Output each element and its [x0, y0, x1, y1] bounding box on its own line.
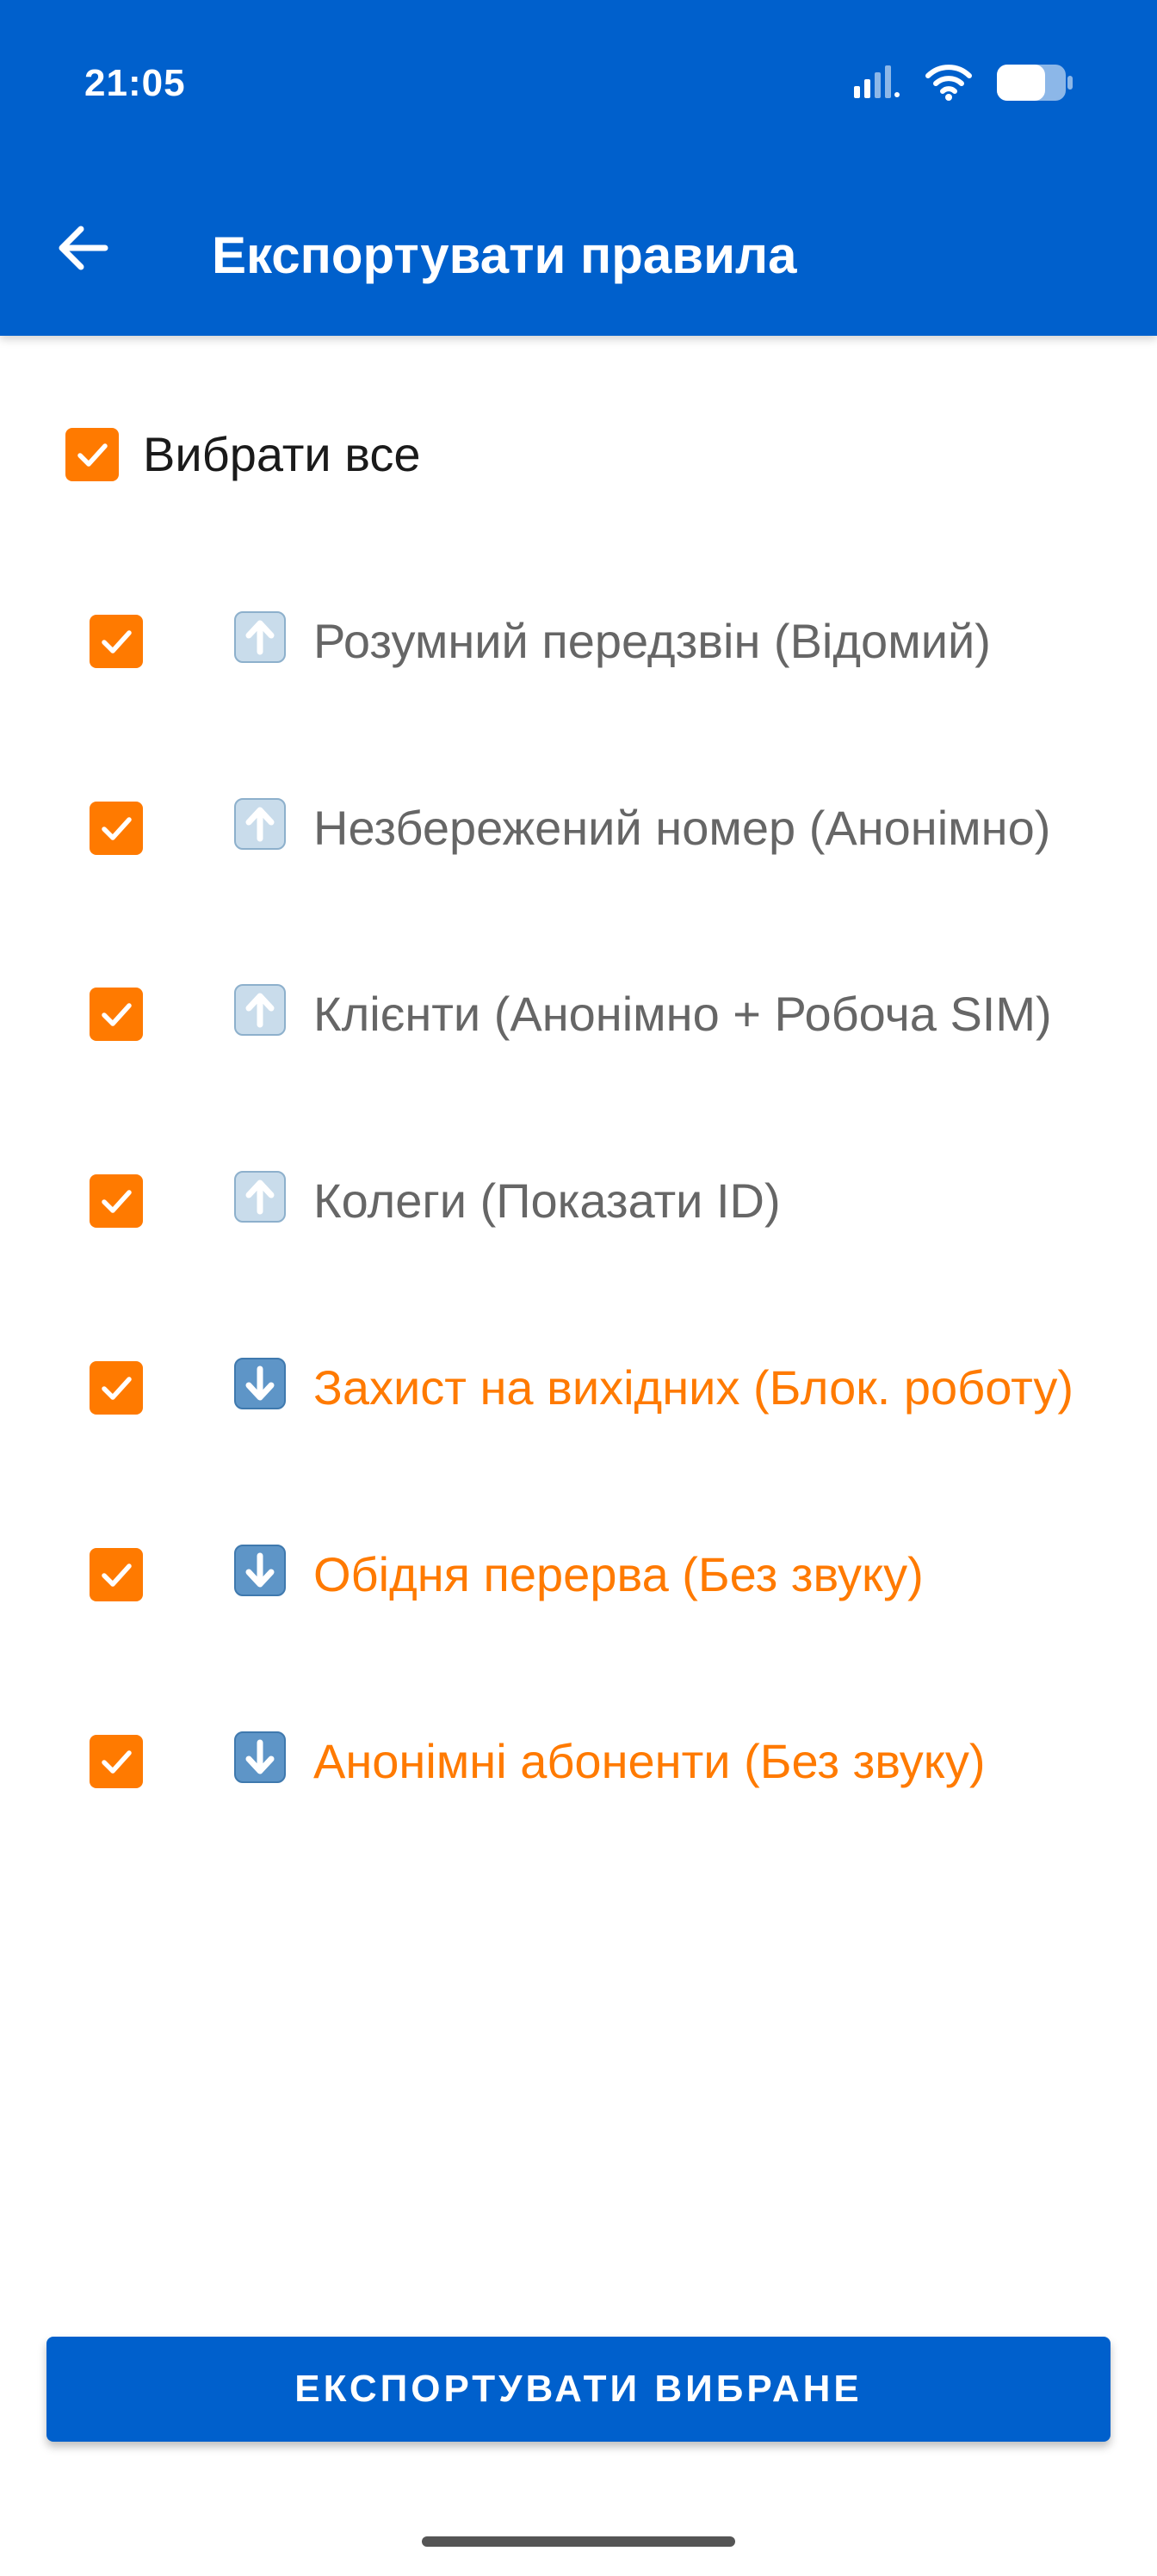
select-all-checkbox[interactable] [65, 427, 119, 481]
rule-checkbox[interactable] [90, 1548, 143, 1601]
rule-checkbox[interactable] [90, 988, 143, 1041]
rule-item[interactable]: Захист на вихідних (Блок. роботу) [90, 1336, 1123, 1440]
status-time: 21:05 [84, 62, 186, 104]
rule-label: Незбережений номер (Анонімно) [313, 801, 1051, 855]
export-selected-button[interactable]: ЕКСПОРТУВАТИ ВИБРАНЕ [46, 2337, 1111, 2442]
checkmark-icon [102, 817, 132, 840]
rule-checkbox[interactable] [90, 1361, 143, 1415]
rule-text: Клієнти (Анонімно + Робоча SIM) [234, 983, 1123, 1045]
select-all-row[interactable]: Вибрати все [65, 426, 421, 482]
rule-text: Колеги (Показати ID) [234, 1170, 1123, 1232]
arrow-up-icon [234, 984, 286, 1036]
rule-label: Клієнти (Анонімно + Робоча SIM) [313, 987, 1052, 1041]
rule-text: Захист на вихідних (Блок. роботу) [234, 1357, 1123, 1419]
rule-item[interactable]: Анонімні абоненти (Без звуку) [90, 1710, 1123, 1813]
checkmark-icon [77, 443, 108, 467]
arrow-up-icon [234, 798, 286, 850]
home-indicator [422, 2536, 735, 2547]
rule-label: Анонімні абоненти (Без звуку) [313, 1734, 986, 1788]
checkmark-icon [102, 1003, 132, 1026]
signal-icon [852, 64, 902, 106]
app-bar: 21:05 Експортувати правила [0, 0, 1157, 336]
battery-icon [995, 63, 1074, 107]
back-button[interactable] [48, 215, 117, 284]
checkmark-icon [102, 1750, 132, 1774]
rule-item[interactable]: Обідня перерва (Без звуку) [90, 1523, 1123, 1626]
rule-checkbox[interactable] [90, 1735, 143, 1788]
select-all-label: Вибрати все [143, 427, 421, 481]
wifi-icon [925, 64, 973, 106]
arrow-down-icon [234, 1358, 286, 1409]
rule-item[interactable]: Розумний передзвін (Відомий) [90, 590, 1123, 693]
rule-label: Колеги (Показати ID) [313, 1173, 781, 1228]
arrow-up-icon [234, 1171, 286, 1223]
arrow-down-icon [234, 1731, 286, 1783]
arrow-down-icon [234, 1545, 286, 1596]
rule-item[interactable]: Клієнти (Анонімно + Робоча SIM) [90, 963, 1123, 1066]
rule-text: Анонімні абоненти (Без звуку) [234, 1731, 1123, 1793]
rule-label: Обідня перерва (Без звуку) [313, 1547, 924, 1601]
status-icons [852, 64, 1074, 105]
rule-checkbox[interactable] [90, 802, 143, 855]
checkmark-icon [102, 1377, 132, 1400]
checkmark-icon [102, 1564, 132, 1587]
page-title: Експортувати правила [212, 226, 797, 284]
rule-text: Розумний передзвін (Відомий) [234, 610, 1123, 672]
checkmark-icon [102, 630, 132, 653]
rule-item[interactable]: Колеги (Показати ID) [90, 1149, 1123, 1253]
checkmark-icon [102, 1190, 132, 1213]
rule-label: Розумний передзвін (Відомий) [313, 614, 991, 668]
rule-item[interactable]: Незбережений номер (Анонімно) [90, 777, 1123, 880]
arrow-up-icon [234, 611, 286, 663]
rule-checkbox[interactable] [90, 1174, 143, 1228]
rule-text: Обідня перерва (Без звуку) [234, 1544, 1123, 1606]
arrow-back-icon [55, 224, 110, 276]
rule-checkbox[interactable] [90, 615, 143, 668]
rule-text: Незбережений номер (Анонімно) [234, 797, 1123, 859]
rule-label: Захист на вихідних (Блок. роботу) [313, 1360, 1074, 1415]
